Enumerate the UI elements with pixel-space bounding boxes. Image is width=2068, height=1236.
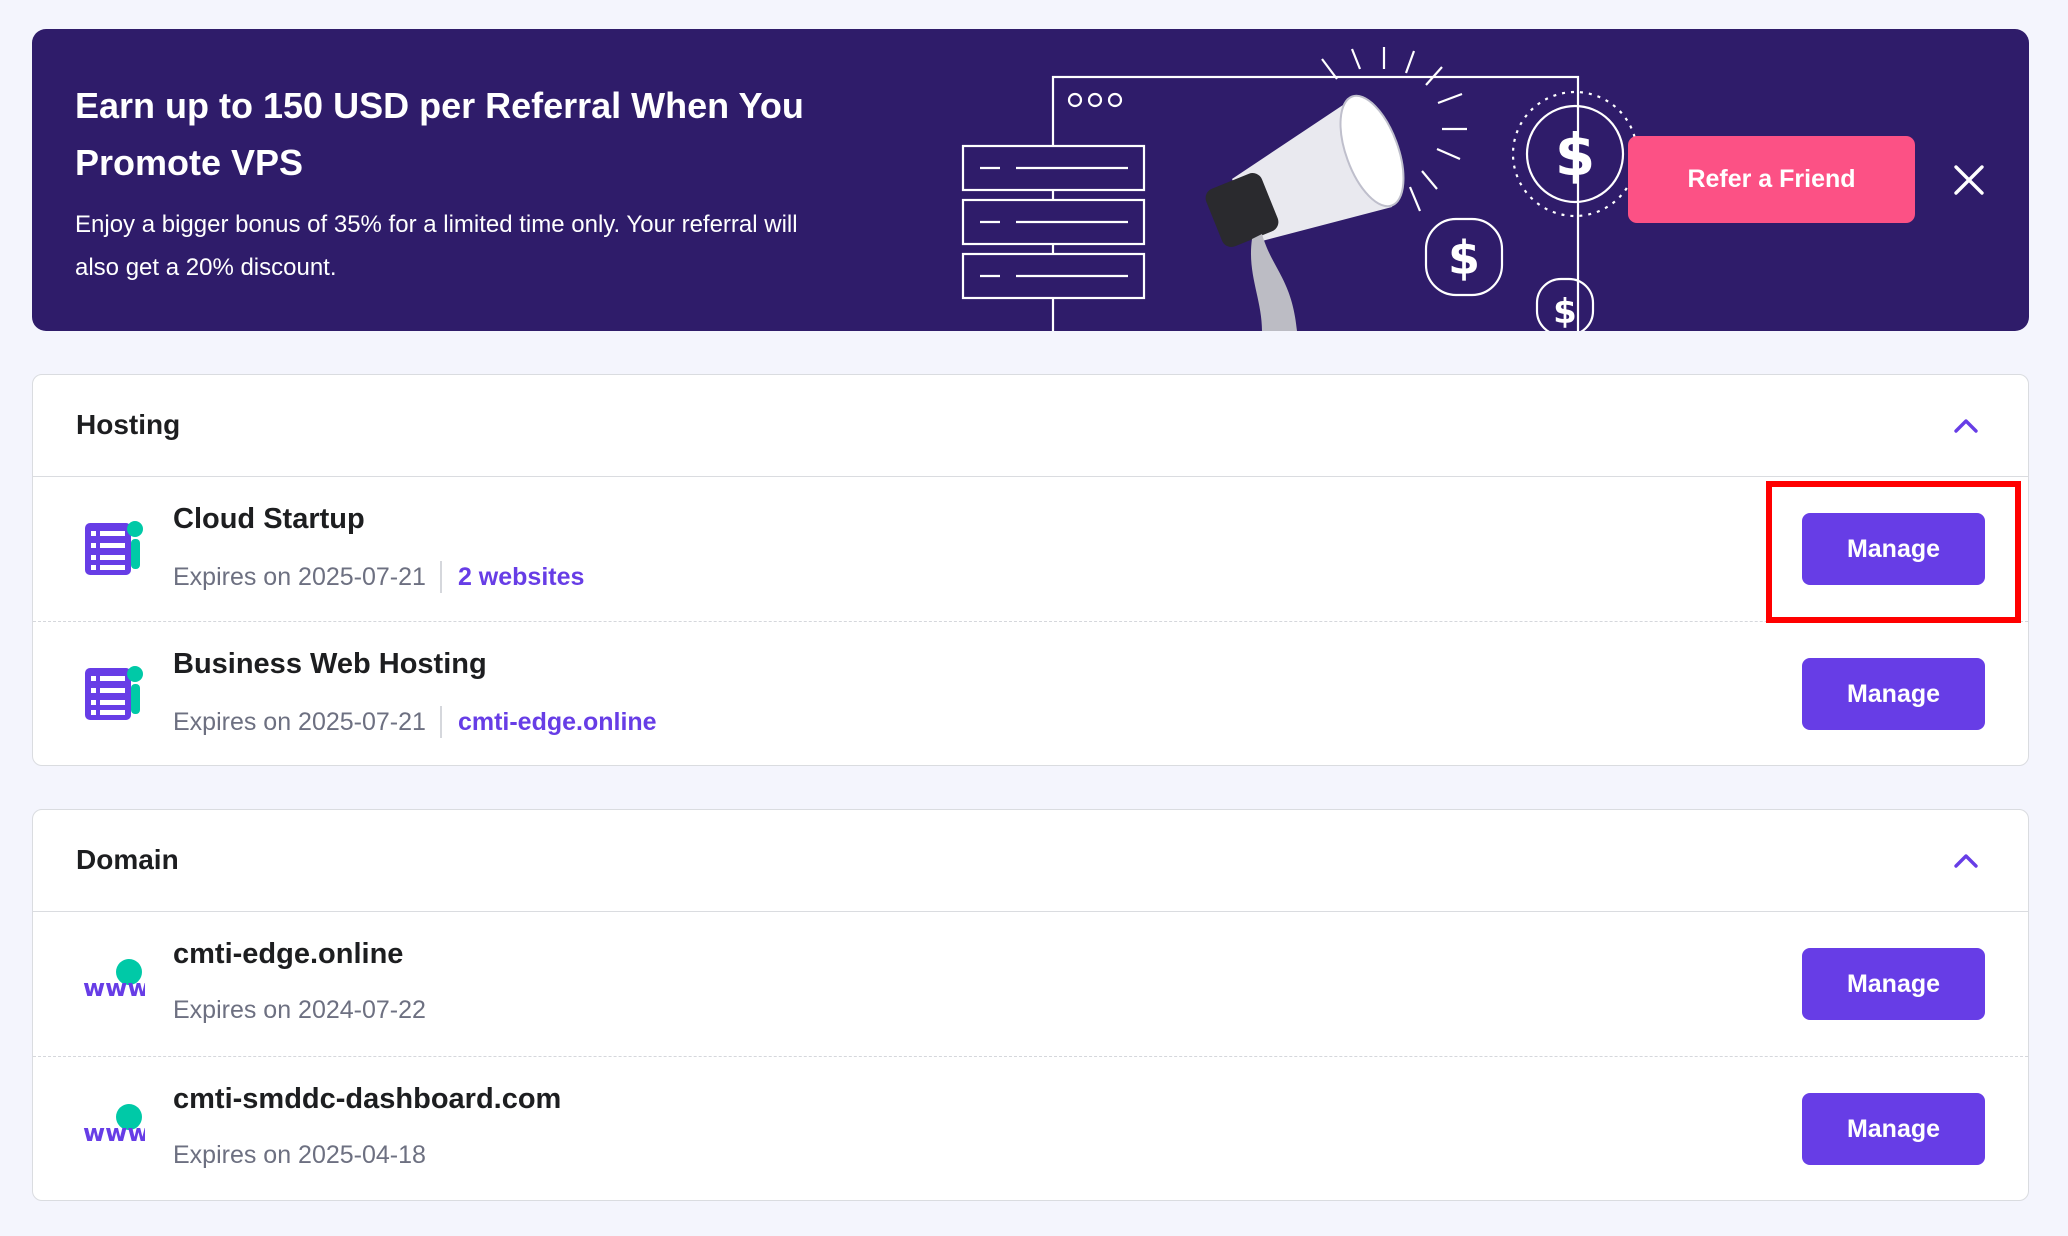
websites-link[interactable]: 2 websites	[458, 563, 584, 592]
domain-item: www cmti-smddc-dashboard.com Expires on …	[33, 1056, 2028, 1200]
hosting-item-business-web-hosting: Business Web Hosting Expires on 2025-07-…	[33, 621, 2028, 765]
domain-meta: Expires on 2024-07-22	[173, 996, 426, 1025]
meta-divider	[439, 706, 442, 738]
hosting-plan-meta: Expires on 2025-07-21 cmti-edge.online	[173, 706, 657, 738]
svg-text:$: $	[1555, 121, 1595, 189]
hosting-plan-name: Cloud Startup	[173, 503, 365, 535]
expiry-date: Expires on 2025-07-21	[173, 562, 426, 591]
hosting-plan-meta: Expires on 2025-07-21 2 websites	[173, 561, 584, 593]
hosting-plan-icon	[85, 666, 143, 720]
banner-description: Enjoy a bigger bonus of 35% for a limite…	[75, 211, 798, 281]
domain-section: Domain www cmti-edge.online Expires on 2…	[32, 809, 2029, 1201]
domain-item: www cmti-edge.online Expires on 2024-07-…	[33, 912, 2028, 1056]
manage-button[interactable]: Manage	[1802, 658, 1985, 730]
hosting-section-header[interactable]: Hosting	[33, 375, 2028, 477]
chevron-up-icon[interactable]	[1952, 848, 1980, 874]
refer-a-friend-button[interactable]: Refer a Friend	[1628, 136, 1915, 223]
domain-section-title: Domain	[76, 844, 179, 875]
domain-name: cmti-smddc-dashboard.com	[173, 1083, 562, 1115]
hosting-item-cloud-startup: Cloud Startup Expires on 2025-07-21 2 we…	[33, 477, 2028, 621]
expiry-date: Expires on 2025-04-18	[173, 1141, 426, 1169]
hosting-section-title: Hosting	[76, 409, 181, 440]
domain-section-header[interactable]: Domain	[33, 810, 2028, 912]
domain-name: cmti-edge.online	[173, 938, 404, 970]
hosting-section: Hosting Cloud Startup Expires on 2025-07…	[32, 374, 2029, 766]
svg-text:$: $	[1553, 292, 1577, 331]
referral-promo-banner: Earn up to 150 USD per Referral When You…	[32, 29, 2029, 331]
chevron-up-icon[interactable]	[1952, 413, 1980, 439]
megaphone-illustration: $ $ $	[961, 47, 1639, 331]
www-icon: www	[83, 959, 145, 1002]
expiry-date: Expires on 2024-07-22	[173, 996, 426, 1024]
svg-text:$: $	[1448, 231, 1480, 285]
expiry-date: Expires on 2025-07-21	[173, 707, 426, 736]
meta-divider	[439, 561, 442, 593]
banner-title: Earn up to 150 USD per Referral When You…	[75, 85, 804, 183]
manage-button[interactable]: Manage	[1802, 513, 1985, 585]
hosting-plan-name: Business Web Hosting	[173, 648, 487, 680]
hosting-plan-icon	[85, 521, 143, 575]
close-icon[interactable]	[1950, 161, 1988, 199]
www-icon: www	[83, 1104, 145, 1147]
domain-link[interactable]: cmti-edge.online	[458, 708, 657, 737]
svg-text:www: www	[83, 1119, 145, 1147]
page: Earn up to 150 USD per Referral When You…	[0, 0, 2068, 1236]
manage-button[interactable]: Manage	[1802, 1093, 1985, 1165]
svg-text:www: www	[83, 974, 145, 1002]
domain-meta: Expires on 2025-04-18	[173, 1141, 426, 1170]
manage-button[interactable]: Manage	[1802, 948, 1985, 1020]
